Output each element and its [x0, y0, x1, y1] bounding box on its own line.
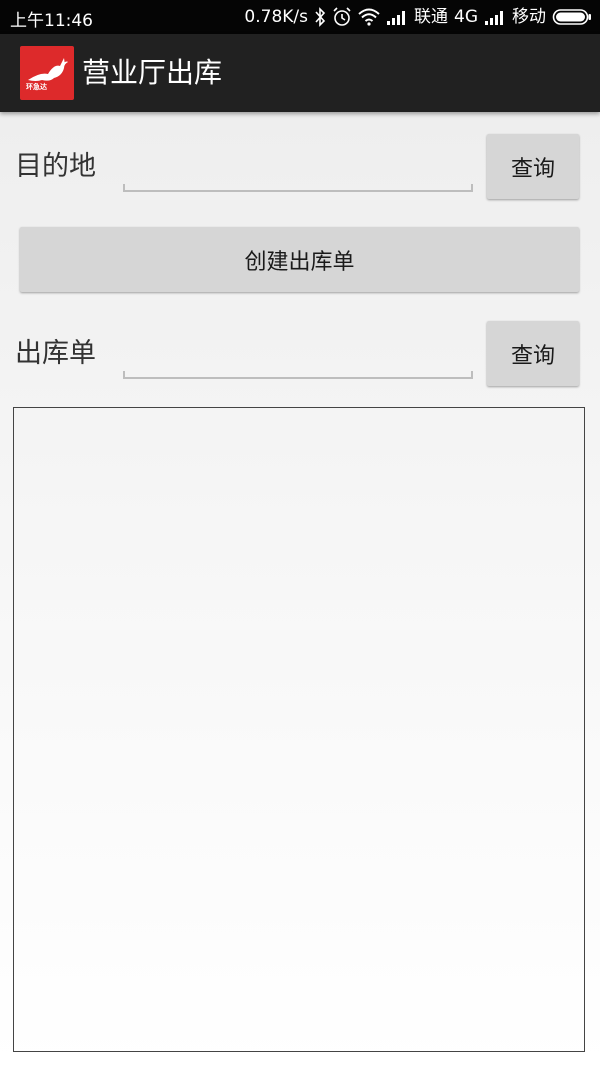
order-query-button[interactable]: 查询 — [487, 321, 579, 386]
destination-input[interactable] — [123, 162, 473, 192]
network-type: 4G — [454, 7, 478, 27]
carrier-1: 联通 — [414, 7, 448, 27]
alarm-icon — [332, 6, 352, 28]
battery-icon — [552, 6, 592, 28]
order-input[interactable] — [123, 349, 473, 379]
bluetooth-icon — [314, 6, 326, 28]
wifi-icon — [358, 6, 380, 28]
order-field-wrap — [123, 349, 473, 379]
status-bar: 上午11:46 0.78K/s 联通 4G 移动 — [0, 0, 600, 34]
carrier-2: 移动 — [512, 7, 546, 27]
logo-text: 环急达 — [26, 83, 47, 91]
net-speed: 0.78K/s — [244, 7, 308, 27]
status-icons: 0.78K/s 联通 4G 移动 — [244, 5, 592, 29]
signal-icon — [484, 6, 506, 28]
destination-query-button[interactable]: 查询 — [487, 134, 579, 199]
destination-field-wrap — [123, 162, 473, 192]
destination-label: 目的地 — [15, 151, 96, 182]
order-list[interactable] — [13, 407, 585, 1052]
create-order-button[interactable]: 创建出库单 — [20, 227, 579, 292]
app-logo: 环急达 — [20, 46, 74, 100]
status-time: 上午11:46 — [10, 11, 93, 31]
action-bar: 环急达 营业厅出库 — [0, 34, 600, 112]
page-title: 营业厅出库 — [82, 56, 223, 89]
signal-icon — [386, 6, 408, 28]
order-label: 出库单 — [15, 338, 96, 369]
